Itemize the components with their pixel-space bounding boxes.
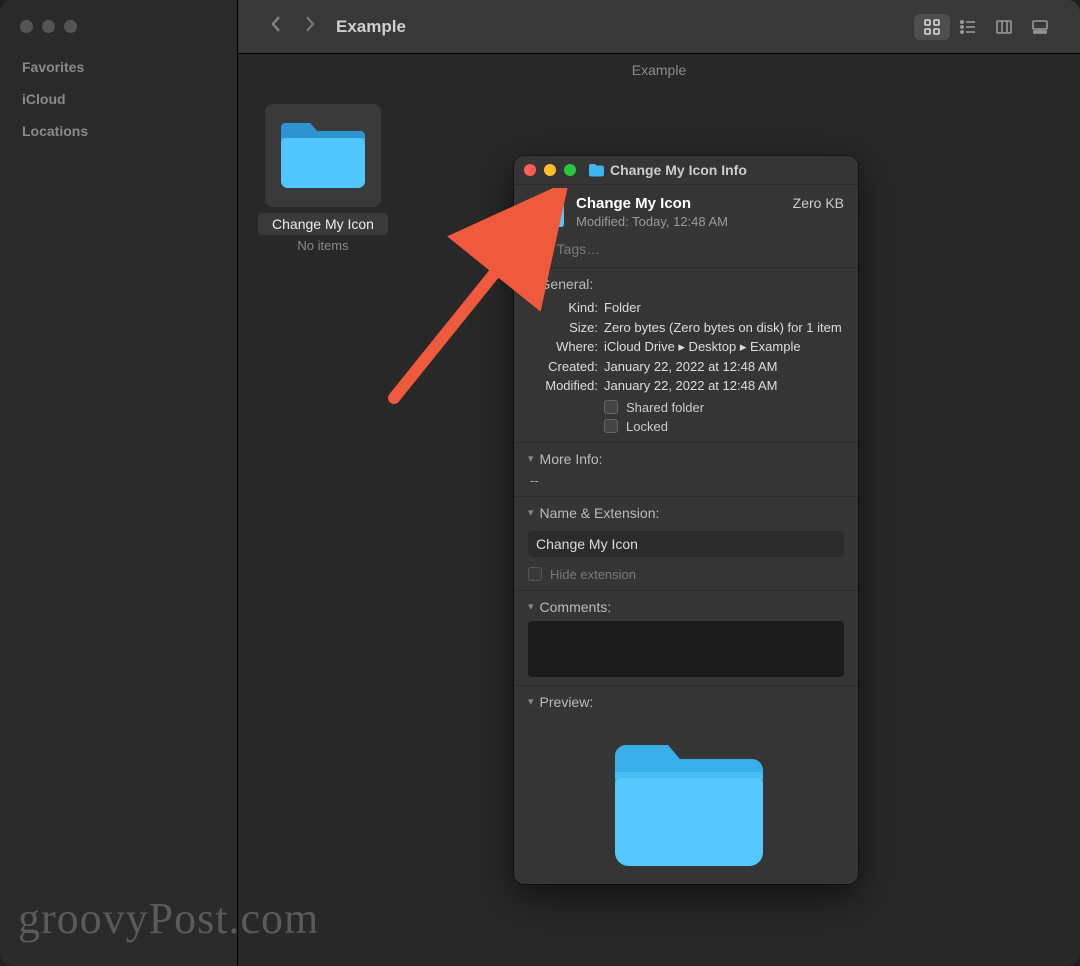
info-header: Change My Icon Modified: Today, 12:48 AM… bbox=[514, 185, 858, 235]
info-size: Zero KB bbox=[793, 195, 844, 211]
info-titlebar[interactable]: Change My Icon Info bbox=[514, 156, 858, 185]
folder-label: Change My Icon bbox=[258, 213, 388, 235]
section-name-extension: ▾Name & Extension: Hide extension bbox=[514, 497, 858, 591]
sidebar-icloud-header: iCloud bbox=[0, 83, 237, 115]
watermark: groovyPost.com bbox=[18, 893, 319, 944]
locked-checkbox[interactable]: Locked bbox=[604, 419, 844, 434]
sidebar-favorites-header: Favorites bbox=[0, 51, 237, 83]
folder-icon[interactable] bbox=[265, 104, 381, 207]
tags-input[interactable]: Add Tags… bbox=[514, 235, 858, 268]
window-title: Example bbox=[336, 17, 406, 37]
section-name-ext-header[interactable]: ▾Name & Extension: bbox=[528, 505, 844, 521]
section-general-header[interactable]: ▾General: bbox=[528, 276, 844, 292]
section-preview: ▾Preview: bbox=[514, 686, 858, 884]
toolbar: Example bbox=[238, 0, 1080, 54]
icon-view-button[interactable] bbox=[914, 14, 950, 40]
hide-extension-checkbox: Hide extension bbox=[528, 567, 844, 582]
info-panel[interactable]: Change My Icon Info Change My Icon Modif… bbox=[514, 156, 858, 884]
window-traffic-lights[interactable] bbox=[0, 12, 237, 51]
back-button[interactable] bbox=[270, 15, 282, 38]
modified-value: January 22, 2022 at 12:48 AM bbox=[604, 376, 844, 396]
path-bar[interactable]: Example bbox=[238, 54, 1080, 86]
section-general: ▾General: Kind:Folder Size:Zero bytes (Z… bbox=[514, 268, 858, 443]
chevron-down-icon: ▾ bbox=[528, 695, 534, 708]
gallery-view-button[interactable] bbox=[1022, 14, 1058, 40]
kind-value: Folder bbox=[604, 298, 844, 318]
shared-folder-checkbox[interactable]: Shared folder bbox=[604, 400, 844, 415]
list-view-button[interactable] bbox=[950, 14, 986, 40]
info-zoom-dot[interactable] bbox=[564, 164, 576, 176]
folder-item[interactable]: Change My Icon No items bbox=[258, 104, 388, 253]
forward-button[interactable] bbox=[304, 15, 316, 38]
zoom-dot[interactable] bbox=[64, 20, 77, 33]
info-close-dot[interactable] bbox=[524, 164, 536, 176]
checkbox-icon[interactable] bbox=[604, 419, 618, 433]
chevron-down-icon: ▾ bbox=[528, 600, 534, 613]
sidebar: Favorites iCloud Locations bbox=[0, 0, 238, 966]
section-preview-header[interactable]: ▾Preview: bbox=[528, 694, 844, 710]
checkbox-icon bbox=[528, 567, 542, 581]
info-minimize-dot[interactable] bbox=[544, 164, 556, 176]
folder-icon[interactable] bbox=[528, 197, 566, 229]
minimize-dot[interactable] bbox=[42, 20, 55, 33]
size-value: Zero bytes (Zero bytes on disk) for 1 it… bbox=[604, 318, 844, 338]
chevron-down-icon: ▾ bbox=[528, 452, 534, 465]
section-comments: ▾Comments: bbox=[514, 591, 858, 686]
info-file-name: Change My Icon bbox=[576, 195, 783, 212]
info-window-title: Change My Icon Info bbox=[610, 162, 747, 178]
chevron-down-icon: ▾ bbox=[528, 278, 534, 291]
section-comments-header[interactable]: ▾Comments: bbox=[528, 599, 844, 615]
comments-input[interactable] bbox=[528, 621, 844, 677]
preview-image bbox=[528, 716, 844, 876]
column-view-button[interactable] bbox=[986, 14, 1022, 40]
name-extension-input[interactable] bbox=[528, 531, 844, 557]
close-dot[interactable] bbox=[20, 20, 33, 33]
checkbox-icon[interactable] bbox=[604, 400, 618, 414]
section-more-info: ▾More Info: -- bbox=[514, 443, 858, 497]
sidebar-locations-header: Locations bbox=[0, 115, 237, 147]
section-more-info-header[interactable]: ▾More Info: bbox=[528, 451, 844, 467]
chevron-down-icon: ▾ bbox=[528, 506, 534, 519]
view-switcher[interactable] bbox=[914, 14, 1058, 40]
folder-sublabel: No items bbox=[258, 238, 388, 253]
created-value: January 22, 2022 at 12:48 AM bbox=[604, 357, 844, 377]
folder-icon bbox=[588, 163, 604, 177]
where-value: iCloud Drive ▸ Desktop ▸ Example bbox=[604, 337, 844, 357]
more-info-value: -- bbox=[530, 473, 844, 488]
info-modified: Modified: Today, 12:48 AM bbox=[576, 214, 783, 229]
